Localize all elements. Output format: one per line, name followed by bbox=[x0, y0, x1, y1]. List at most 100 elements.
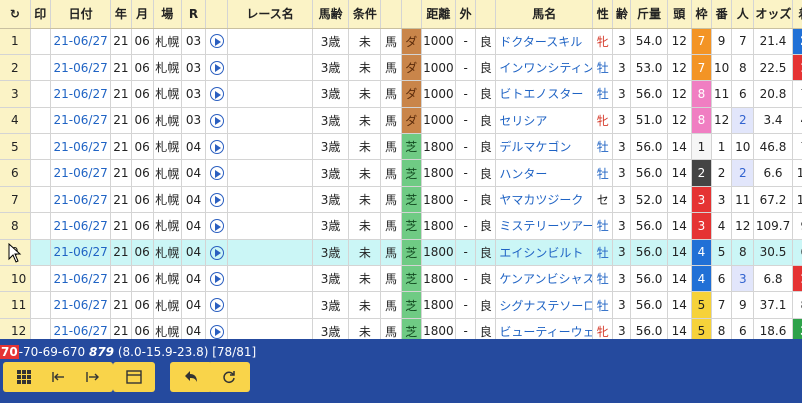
month-cell: 06 bbox=[131, 80, 154, 108]
column-header[interactable]: 枠 bbox=[691, 0, 713, 29]
play-button[interactable] bbox=[205, 28, 229, 55]
play-button[interactable] bbox=[205, 80, 229, 108]
play-circle-icon[interactable] bbox=[209, 113, 224, 128]
column-header[interactable]: 斤量 bbox=[630, 0, 668, 29]
horse-name-link[interactable]: ビューティーウェイ bbox=[495, 318, 594, 339]
column-header[interactable]: 距離 bbox=[421, 0, 457, 29]
play-circle-icon[interactable] bbox=[209, 271, 224, 286]
play-circle-icon[interactable] bbox=[209, 219, 224, 234]
play-circle-icon[interactable] bbox=[209, 140, 224, 154]
horse-name-link[interactable]: ビトエノスター bbox=[495, 80, 594, 108]
column-header[interactable]: 齢 bbox=[612, 0, 632, 29]
play-circle-icon[interactable] bbox=[209, 60, 224, 75]
table-row[interactable]: 921-06/272106札幌043歳未馬芝1800-良エイシンビルト牡356.… bbox=[0, 239, 802, 267]
column-header[interactable]: 馬齢 bbox=[312, 0, 350, 29]
column-header[interactable]: ↻ bbox=[0, 0, 31, 29]
play-circle-icon[interactable] bbox=[209, 245, 224, 260]
horse-name-link[interactable]: ミステリーツアー bbox=[495, 212, 594, 240]
column-header[interactable] bbox=[205, 0, 229, 29]
column-header[interactable]: 外 bbox=[455, 0, 477, 29]
horse-name-link[interactable]: ケンアンビシャス bbox=[495, 265, 594, 293]
play-circle-icon[interactable] bbox=[209, 87, 224, 102]
horse-name-link[interactable]: シグナステソーロ bbox=[495, 291, 594, 319]
play-circle-icon[interactable] bbox=[209, 166, 224, 181]
column-header[interactable]: 性 bbox=[592, 0, 614, 29]
date-cell[interactable]: 21-06/27 bbox=[50, 318, 112, 339]
column-header[interactable]: 年 bbox=[110, 0, 132, 29]
horse-name-link[interactable]: デルマケゴン bbox=[495, 133, 594, 161]
undo-button[interactable] bbox=[170, 362, 212, 392]
horse-name-link[interactable]: ドクタースキル bbox=[495, 28, 594, 55]
race-number-cell: 04 bbox=[181, 265, 207, 293]
play-button[interactable] bbox=[205, 133, 229, 161]
column-header[interactable]: 人 bbox=[731, 0, 755, 29]
race-number-cell: 04 bbox=[181, 133, 207, 161]
date-cell[interactable]: 21-06/27 bbox=[50, 265, 112, 293]
table-row[interactable]: 1221-06/272106札幌043歳未馬芝1800-良ビューティーウェイ牝3… bbox=[0, 318, 802, 339]
table-row[interactable]: 5 21-06/27 21 06 札幌 04 3歳未馬芝 1800- 良デルマケゴン牡 3 56.0… bbox=[0, 133, 802, 161]
column-header[interactable] bbox=[475, 0, 497, 29]
play-button[interactable] bbox=[205, 54, 229, 82]
track-cell: 札幌 bbox=[153, 159, 182, 187]
column-header[interactable]: 印 bbox=[30, 0, 51, 29]
date-cell[interactable]: 21-06/27 bbox=[50, 28, 112, 55]
column-header[interactable]: 月 bbox=[131, 0, 154, 29]
play-button[interactable] bbox=[205, 159, 229, 187]
column-header[interactable] bbox=[401, 0, 422, 29]
table-row[interactable]: 10 21-06/27 21 06 札幌 04 3歳未馬芝 1800- 良ケンアンビシャス牡 3 5… bbox=[0, 265, 802, 293]
date-cell[interactable]: 21-06/27 bbox=[50, 159, 112, 187]
date-cell[interactable]: 21-06/27 bbox=[50, 80, 112, 108]
sex-cell: 牡 bbox=[592, 291, 614, 319]
play-circle-icon[interactable] bbox=[209, 298, 224, 313]
date-cell[interactable]: 21-06/27 bbox=[50, 239, 112, 267]
column-header[interactable]: R bbox=[181, 0, 207, 29]
table-row[interactable]: 3 21-06/27 21 06 札幌 03 3歳未馬ダ 1000- 良ビトエノスター牡 3 56.… bbox=[0, 80, 802, 108]
horse-name-link[interactable]: ハンター bbox=[495, 159, 594, 187]
table-row[interactable]: 8 21-06/27 21 06 札幌 04 3歳未馬芝 1800- 良ミステリーツアー牡 3 56… bbox=[0, 212, 802, 240]
play-circle-icon[interactable] bbox=[209, 324, 224, 339]
table-row[interactable]: 11 21-06/27 21 06 札幌 04 3歳未馬芝 1800- 良シグナステソーロ牡 3 5… bbox=[0, 291, 802, 319]
play-circle-icon[interactable] bbox=[209, 34, 224, 49]
column-header[interactable]: オッズ bbox=[753, 0, 793, 29]
play-button[interactable] bbox=[205, 107, 229, 135]
date-cell[interactable]: 21-06/27 bbox=[50, 212, 112, 240]
date-cell[interactable]: 21-06/27 bbox=[50, 133, 112, 161]
table-row[interactable]: 1 21-06/27 21 06 札幌 03 3歳未馬ダ 1000- 良ドクタースキル牝 3 54.… bbox=[0, 28, 802, 55]
window-button[interactable] bbox=[113, 362, 155, 392]
year-cell: 21 bbox=[110, 212, 132, 240]
horse-name-link[interactable]: エイシンビルト bbox=[495, 239, 594, 267]
horse-name-link[interactable]: ヤマカツジーク bbox=[495, 186, 594, 214]
date-cell[interactable]: 21-06/27 bbox=[50, 54, 112, 82]
refresh-button[interactable] bbox=[208, 362, 250, 392]
horse-name-link[interactable]: セリシア bbox=[495, 107, 594, 135]
play-button[interactable] bbox=[205, 212, 229, 240]
mark-cell bbox=[30, 133, 51, 161]
jump-end-button[interactable] bbox=[71, 362, 113, 392]
date-cell[interactable]: 21-06/27 bbox=[50, 291, 112, 319]
year-cell: 21 bbox=[110, 265, 132, 293]
table-row[interactable]: 4 21-06/27 21 06 札幌 03 3歳未馬ダ 1000- 良セリシア牝 3 51.0 12… bbox=[0, 107, 802, 135]
column-header[interactable] bbox=[380, 0, 402, 29]
column-header[interactable]: 日付 bbox=[50, 0, 112, 29]
play-button[interactable] bbox=[205, 318, 229, 339]
play-button[interactable] bbox=[205, 265, 229, 293]
play-circle-icon[interactable] bbox=[209, 192, 224, 207]
column-header[interactable]: 馬名 bbox=[495, 0, 594, 29]
table-row[interactable]: 2 21-06/272106札幌03 3歳未馬ダ1000-良インワンシティング牡35… bbox=[0, 54, 802, 82]
play-button[interactable] bbox=[205, 186, 229, 214]
column-header[interactable]: 頭 bbox=[667, 0, 692, 29]
column-header[interactable]: 場 bbox=[153, 0, 182, 29]
play-button[interactable] bbox=[205, 239, 229, 267]
play-button[interactable] bbox=[205, 291, 229, 319]
year-cell: 21 bbox=[110, 133, 132, 161]
table-row[interactable]: 7 21-06/27 21 06 札幌 04 3歳未馬芝 1800- 良ヤマカツジークセ 3 52.… bbox=[0, 186, 802, 214]
date-cell[interactable]: 21-06/27 bbox=[50, 107, 112, 135]
date-cell[interactable]: 21-06/27 bbox=[50, 186, 112, 214]
column-header[interactable]: レース名 bbox=[227, 0, 313, 29]
horse-name-link[interactable]: インワンシティング bbox=[495, 54, 594, 82]
column-header[interactable]: 着 bbox=[792, 0, 802, 29]
column-header[interactable]: 条件 bbox=[348, 0, 382, 29]
column-header[interactable]: 番 bbox=[711, 0, 733, 29]
table-row[interactable]: 6 21-06/27 21 06 札幌 04 3歳未馬芝 1800- 良ハンター牡 3 56.0 14… bbox=[0, 159, 802, 187]
track-cell: 札幌 bbox=[153, 265, 182, 293]
